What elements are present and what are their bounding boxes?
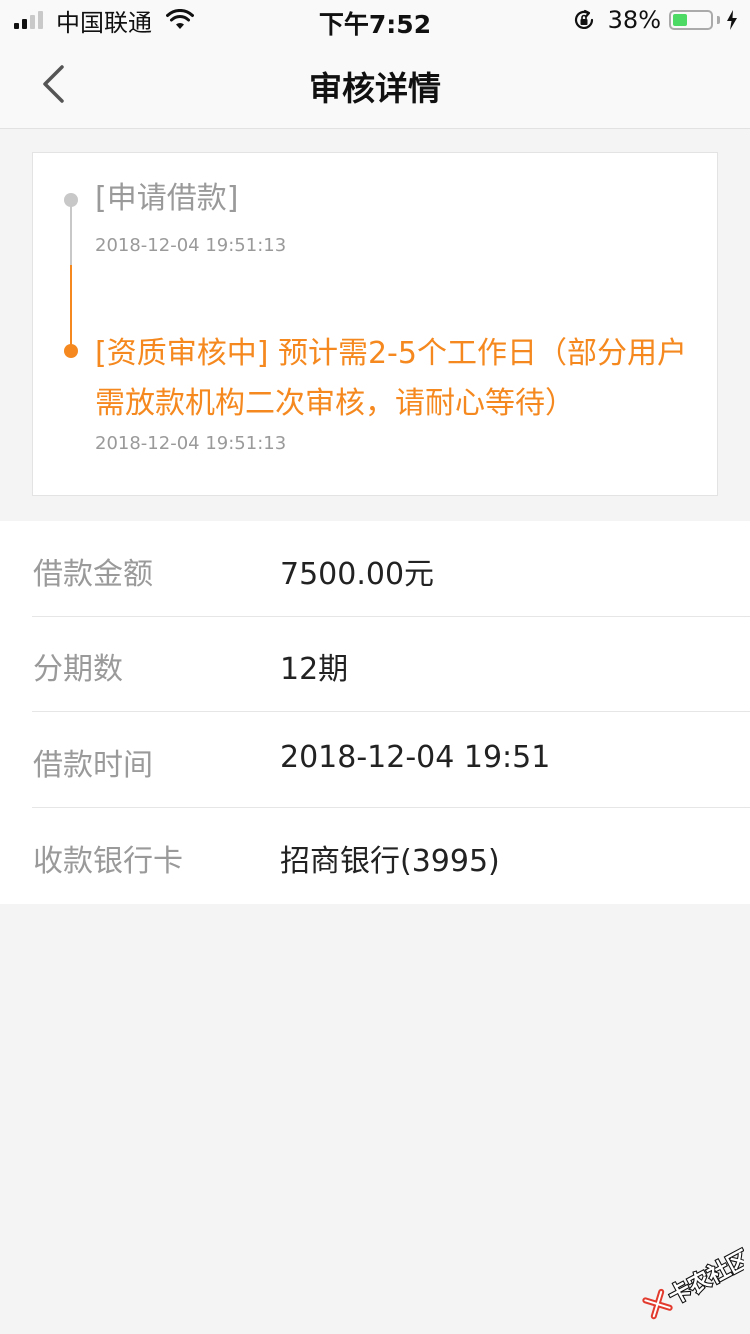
charging-bolt-icon [727,10,737,30]
watermark-text: 卡农社区 [664,1246,744,1310]
detail-row-amount: 借款金额 7500.00元 [0,521,750,617]
detail-label: 借款金额 [33,557,153,592]
timeline-step-time-active: 2018-12-04 19:51:13 [95,433,287,454]
detail-label: 收款银行卡 [33,844,183,879]
nav-bar: 审核详情 [0,40,750,129]
status-right: 38% [572,6,738,34]
timeline-connector-active [70,265,72,351]
timeline-step-title-active: [资质审核中] 预计需2-5个工作日（部分用户需放款机构二次审核，请耐心等待） [95,336,687,421]
rotation-lock-icon [574,9,593,29]
detail-value: 12期 [280,652,349,687]
battery-fill [673,14,687,26]
battery-icon [669,10,713,30]
loan-details-list: 借款金额 7500.00元 分期数 12期 借款时间 2018-12-04 19… [0,521,750,904]
detail-row-bank-card: 收款银行卡 招商银行(3995) [0,808,750,904]
detail-value: 7500.00元 [280,557,435,592]
watermark-logo: 卡农社区 [642,1244,744,1320]
detail-value: 2018-12-04 19:51 [280,740,551,775]
detail-row-installments: 分期数 12期 [0,616,750,712]
detail-label: 分期数 [33,652,123,687]
timeline-dot-done [64,193,78,207]
status-bar: 中国联通 下午7:52 38% [0,0,750,40]
timeline-step-time: 2018-12-04 19:51:13 [95,235,287,256]
page-title: 审核详情 [309,69,441,108]
detail-label: 借款时间 [33,748,153,783]
review-timeline-card: [申请借款] 2018-12-04 19:51:13 [资质审核中] 预计需2-… [32,152,718,496]
battery-nub [717,16,720,24]
timeline-step-title: [申请借款] [95,181,239,216]
timeline-dot-active [64,344,78,358]
detail-value: 招商银行(3995) [280,844,500,879]
detail-row-time: 借款时间 2018-12-04 19:51 [0,712,750,808]
battery-percent: 38% [607,6,661,34]
timeline-connector-done [70,201,72,265]
